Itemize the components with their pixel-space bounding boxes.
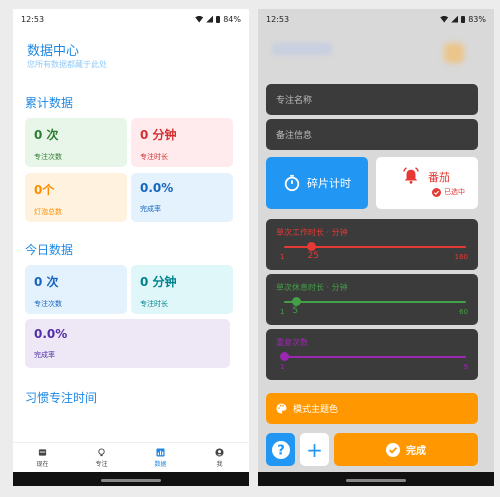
battery-level: 83% [468, 14, 486, 24]
theme-color-button[interactable]: 模式主题色 [266, 393, 478, 424]
plus-icon: + [306, 437, 323, 462]
stat-value: 0个 [34, 183, 55, 197]
today-stat-card: 0 分钟专注时长 [131, 265, 233, 314]
slider-thumb[interactable] [306, 242, 316, 251]
habit-heading: 习惯专注时间 [25, 391, 98, 405]
stopwatch-icon [284, 174, 300, 192]
person-icon [215, 447, 224, 457]
check-circle-icon [432, 187, 441, 197]
check-circle-icon [386, 442, 400, 457]
stat-value: 0 分钟 [140, 128, 177, 142]
nav-data[interactable]: 数据 [141, 447, 181, 468]
slider-label: 单次休息时长 · 分钟 [276, 283, 348, 292]
stat-label: 灯泡总数 [34, 208, 62, 216]
slider-track[interactable] [284, 301, 466, 303]
slider-value: 25 [307, 251, 319, 261]
help-icon: ? [271, 440, 290, 459]
data-center-screen: 12:53 84% 数据中心 您所有数据都藏于此处 累计数据 0 次专注次数 0 … [13, 9, 249, 486]
done-button[interactable]: 完成 [334, 433, 478, 466]
setting-slider[interactable]: 单次休息时长 · 分钟 1 60 5 [266, 274, 478, 325]
calendar-icon [38, 448, 47, 456]
mode-tomato-button[interactable]: 番茄 已选中 [376, 157, 478, 209]
svg-text:?: ? [277, 443, 285, 458]
cumulative-stat-card: 0 分钟专注时长 [131, 118, 233, 167]
add-button[interactable]: + [300, 433, 329, 466]
palette-icon [276, 403, 287, 414]
status-bar: 12:53 83% [258, 9, 494, 29]
wifi-icon [195, 15, 204, 23]
nav-now[interactable]: 现在 [23, 448, 63, 468]
battery-icon [461, 15, 466, 23]
today-heading: 今日数据 [25, 243, 74, 257]
today-stat-card: 0.0% 完成率 [25, 319, 230, 368]
page-title: 数据中心 [27, 44, 80, 59]
note-field[interactable]: 备注信息 [266, 119, 478, 150]
wifi-icon [440, 15, 449, 23]
cumulative-stat-card: 0 次专注次数 [25, 118, 127, 167]
today-stat-card: 0 次专注次数 [25, 265, 127, 314]
setting-slider[interactable]: 重复次数 1 9 [266, 329, 478, 380]
slider-min: 1 [280, 308, 285, 316]
slider-min: 1 [280, 253, 285, 261]
new-focus-screen: 12:53 83% 专注名称 备注信息 碎片计时 番茄 已选中 单次工作时长 ·… [258, 9, 494, 486]
slider-max: 60 [459, 308, 468, 316]
cumulative-stat-card: 0.0% 完成率 [131, 173, 233, 222]
nav-focus[interactable]: 专注 [82, 447, 122, 468]
stat-label: 完成率 [34, 351, 55, 359]
focus-name-field[interactable]: 专注名称 [266, 84, 478, 115]
cumulative-heading: 累计数据 [25, 96, 74, 110]
help-button[interactable]: ? [266, 433, 295, 466]
stat-value: 0 次 [34, 275, 59, 289]
stat-label: 专注次数 [34, 300, 62, 308]
slider-thumb[interactable] [279, 352, 289, 361]
slider-track[interactable] [284, 356, 466, 358]
stat-value: 0 分钟 [140, 275, 177, 289]
slider-max: 160 [454, 253, 468, 261]
slider-label: 单次工作时长 · 分钟 [276, 228, 348, 237]
stat-label: 专注时长 [140, 300, 168, 308]
status-time: 12:53 [266, 14, 290, 24]
selected-label: 已选中 [444, 188, 465, 196]
battery-icon [216, 15, 221, 23]
slider-max: 9 [463, 363, 468, 371]
nav-me[interactable]: 我 [200, 447, 240, 468]
home-indicator [346, 479, 406, 482]
stat-label: 专注时长 [140, 153, 168, 161]
stat-value: 0.0% [140, 181, 174, 195]
slider-label: 重复次数 [276, 338, 308, 347]
stat-label: 完成率 [140, 205, 161, 213]
page-subtitle: 您所有数据都藏于此处 [27, 60, 107, 69]
battery-level: 84% [223, 14, 241, 24]
bottom-nav: 现在 专注 数据 我 [13, 442, 249, 472]
slider-min: 1 [280, 363, 285, 371]
status-time: 12:53 [21, 14, 45, 24]
blurred-title [272, 43, 332, 55]
cumulative-stat-card: 0个灯泡总数 [25, 173, 127, 222]
stat-value: 0.0% [34, 327, 68, 341]
status-bar: 12:53 84% [13, 9, 249, 29]
blurred-button [444, 43, 464, 63]
stat-value: 0 次 [34, 128, 59, 142]
home-indicator [101, 479, 161, 482]
slider-value: 5 [292, 306, 299, 316]
slider-thumb[interactable] [291, 297, 301, 306]
signal-icon [206, 15, 214, 23]
setting-slider[interactable]: 单次工作时长 · 分钟 1 160 25 [266, 219, 478, 270]
signal-icon [451, 15, 459, 23]
mode-fragment-button[interactable]: 碎片计时 [266, 157, 368, 209]
alarm-icon [403, 167, 419, 184]
stat-label: 专注次数 [34, 153, 62, 161]
bulb-icon [98, 447, 105, 456]
chart-icon [156, 447, 165, 457]
